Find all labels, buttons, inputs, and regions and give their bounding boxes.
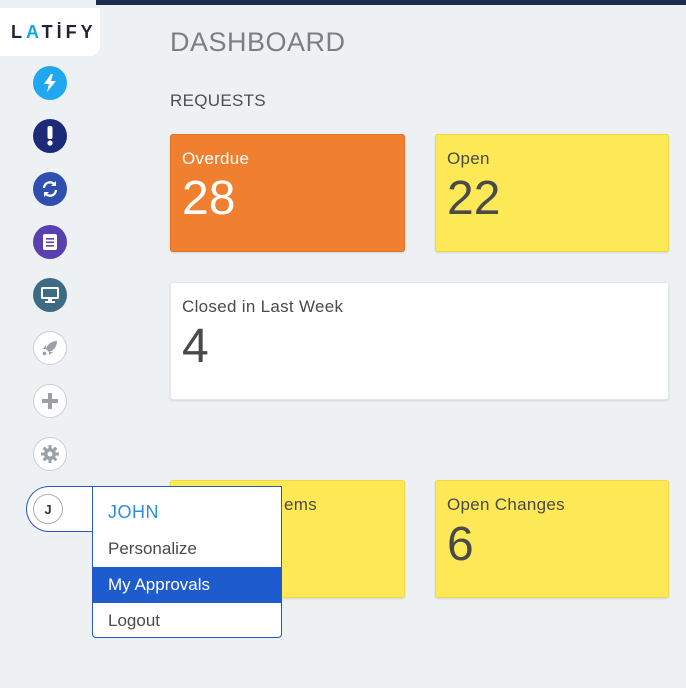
monitor-icon[interactable] [33,278,67,312]
menu-item-personalize[interactable]: Personalize [93,531,281,567]
user-name: JOHN [108,502,159,522]
card-count: 6 [447,518,474,571]
section-title: REQUESTS [170,91,266,110]
menu-item-my-approvals[interactable]: My Approvals [93,567,281,603]
book-icon[interactable] [33,225,67,259]
avatar: J [33,494,63,524]
exclamation-icon[interactable] [33,119,67,153]
closed-last-week-card[interactable]: Closed in Last Week 4 [170,282,669,400]
overdue-card[interactable]: Overdue 28 [170,134,405,252]
refresh-icon[interactable] [33,172,67,206]
logo[interactable]: LATİFY [0,8,100,56]
plus-icon[interactable] [33,384,67,418]
user-dropdown: JOHN Personalize My Approvals Logout [92,486,282,638]
card-label: Open Changes [447,495,565,514]
lightning-icon[interactable] [33,66,67,100]
card-count: 28 [182,172,236,225]
logo-text: LATİFY [11,22,97,42]
card-label: Overdue [182,149,250,168]
card-label: Closed in Last Week [182,297,344,316]
gear-icon[interactable] [33,437,67,471]
menu-item-logout[interactable]: Logout [93,603,281,639]
rocket-icon[interactable] [33,331,67,365]
card-count: 4 [182,320,209,373]
open-changes-card[interactable]: Open Changes 6 [435,480,669,598]
card-label: Open [447,149,490,168]
page-title: DASHBOARD [170,27,346,57]
top-bar [96,0,686,5]
card-count: 22 [447,172,501,225]
open-card[interactable]: Open 22 [435,134,669,252]
